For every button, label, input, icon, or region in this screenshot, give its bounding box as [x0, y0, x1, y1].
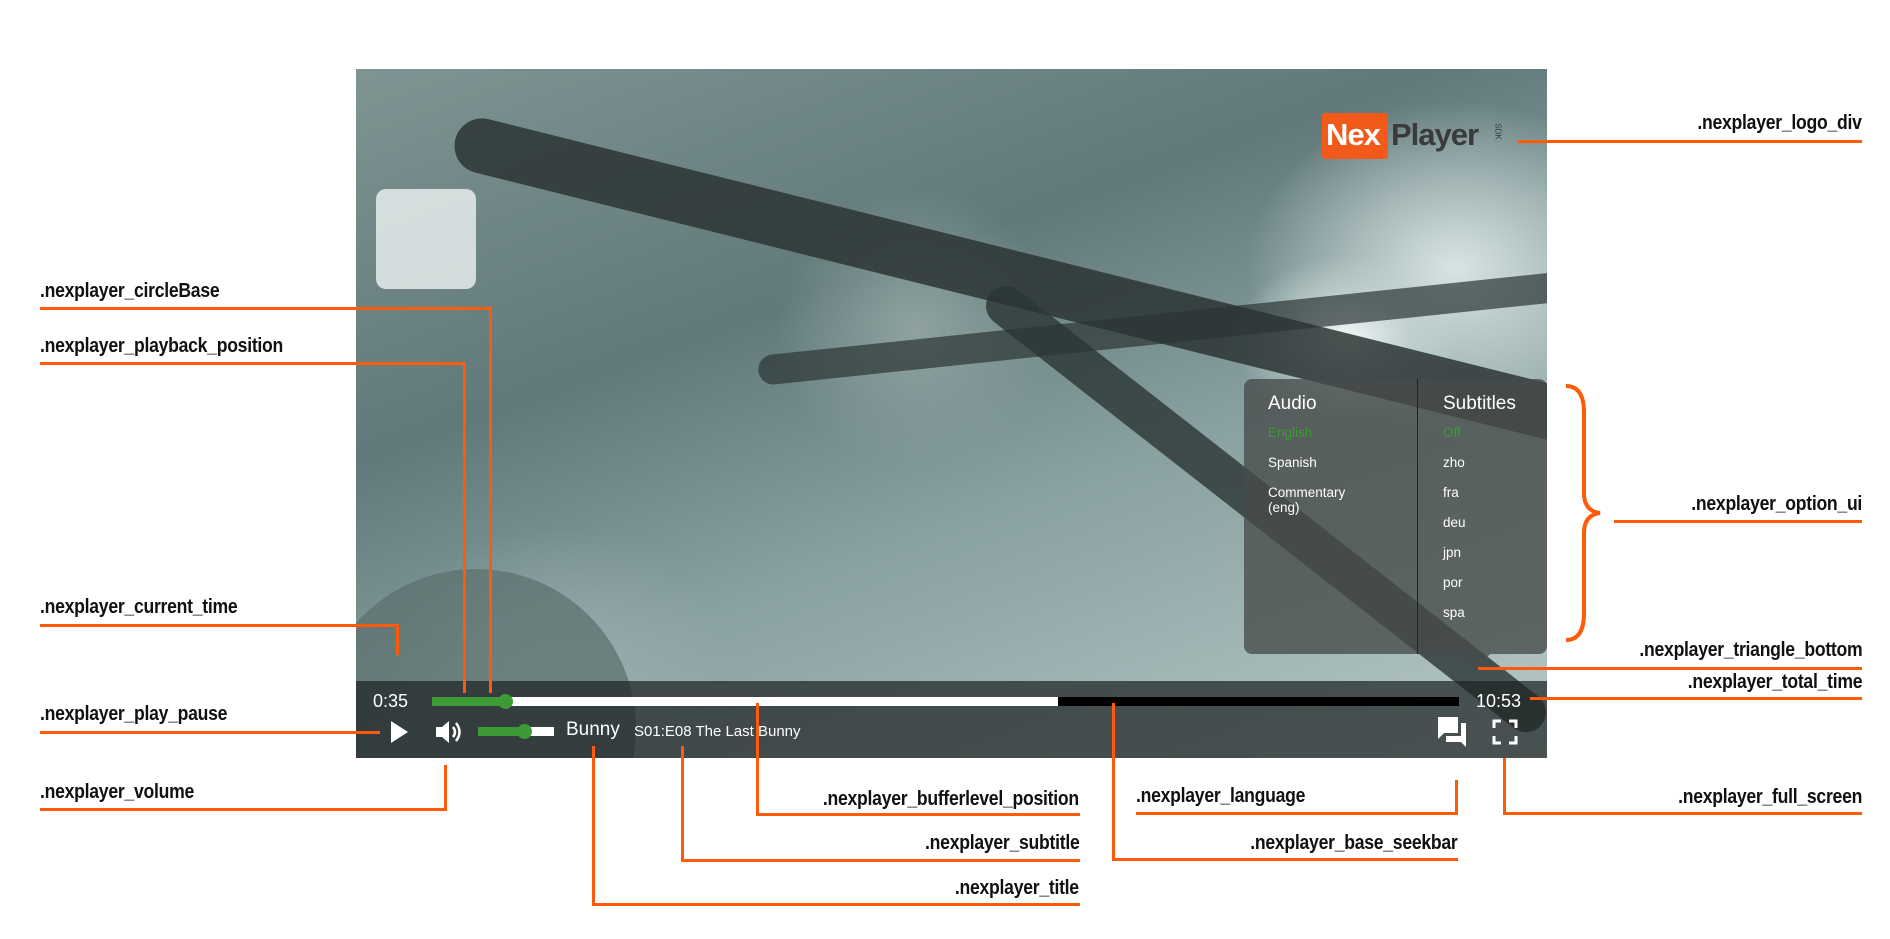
play-icon [391, 721, 408, 743]
leader-line [1112, 703, 1115, 861]
leader-line [40, 307, 492, 310]
video-frame-detail [376, 189, 476, 289]
subtitle-option-por[interactable]: por [1443, 575, 1463, 590]
leader-line [1478, 667, 1862, 670]
leader-line [40, 808, 447, 811]
annotation-triangle-bottom: .nexplayer_triangle_bottom [1639, 639, 1862, 661]
annotation-volume: .nexplayer_volume [40, 781, 194, 803]
annotation-total-time: .nexplayer_total_time [1687, 671, 1863, 693]
leader-line [681, 859, 1080, 862]
leader-line [396, 624, 399, 655]
chat-bubbles-icon [1438, 717, 1466, 747]
leader-line [1530, 697, 1862, 700]
volume-knob[interactable] [516, 724, 532, 739]
total-time: 10:53 [1476, 691, 1522, 711]
leader-line [444, 765, 447, 811]
annotation-base-seekbar: .nexplayer_base_seekbar [1249, 832, 1458, 854]
leader-line [1112, 858, 1458, 861]
subtitles-header: Subtitles [1443, 393, 1516, 414]
annotation-option-ui: .nexplayer_option_ui [1691, 493, 1862, 515]
leader-line [1503, 758, 1506, 815]
audio-header: Audio [1268, 393, 1317, 414]
leader-line [1614, 520, 1862, 523]
leader-line [592, 746, 595, 906]
subtitle-option-zho[interactable]: zho [1443, 455, 1465, 470]
option-ui-panel: Audio English Spanish Commentary (eng) S… [1244, 379, 1547, 654]
subtitle-option-deu[interactable]: deu [1443, 515, 1466, 530]
audio-option-spanish[interactable]: Spanish [1268, 455, 1317, 470]
language-button[interactable] [1436, 715, 1470, 749]
control-bar: 0:35 10:53 Bunny S01:E08 The Last Bunny [356, 681, 1547, 758]
leader-line [681, 746, 684, 862]
volume-icon [436, 721, 461, 743]
audio-option-commentary[interactable]: Commentary (eng) [1268, 485, 1345, 515]
annotation-playback-position: .nexplayer_playback_position [40, 335, 284, 357]
annotation-subtitle: .nexplayer_subtitle [924, 832, 1080, 854]
annotation-current-time: .nexplayer_current_time [40, 596, 238, 618]
leader-line [756, 703, 759, 816]
play-pause-button[interactable] [388, 719, 410, 745]
playback-position [432, 697, 505, 706]
subtitle: S01:E08 The Last Bunny [634, 723, 801, 740]
circle-base[interactable] [497, 694, 513, 709]
logo: Nex Player SDK [1322, 113, 1503, 163]
annotation-language: .nexplayer_language [1136, 785, 1306, 807]
leader-line [40, 362, 466, 365]
leader-line [463, 362, 466, 693]
leader-line [1503, 812, 1862, 815]
annotation-full-screen: .nexplayer_full_screen [1678, 786, 1862, 808]
brace-icon [1565, 384, 1601, 642]
annotation-circle-base: .nexplayer_circleBase [40, 280, 220, 302]
volume-slider[interactable] [478, 724, 554, 739]
leader-line [1455, 780, 1458, 815]
leader-line [1518, 140, 1862, 143]
subtitle-option-spa[interactable]: spa [1443, 605, 1465, 620]
base-seekbar[interactable] [432, 694, 1459, 709]
annotation-title: .nexplayer_title [955, 877, 1079, 899]
buffer-level [432, 697, 1059, 706]
title: Bunny [566, 719, 620, 740]
subtitle-option-off[interactable]: Off [1443, 425, 1461, 440]
fullscreen-icon [1492, 719, 1518, 745]
option-divider [1417, 379, 1418, 654]
annotation-bufferlevel-position: .nexplayer_bufferlevel_position [823, 788, 1079, 810]
leader-line [40, 624, 399, 627]
subtitle-option-jpn[interactable]: jpn [1443, 545, 1461, 560]
leader-line [1136, 812, 1458, 815]
video-player[interactable]: Nex Player SDK Audio English Spanish Com… [356, 69, 1547, 758]
leader-line [489, 307, 492, 693]
annotation-play-pause: .nexplayer_play_pause [40, 703, 228, 725]
leader-line [40, 731, 380, 734]
subtitle-option-fra[interactable]: fra [1443, 485, 1459, 500]
leader-line [592, 903, 1080, 906]
audio-option-english[interactable]: English [1268, 425, 1312, 440]
volume-button[interactable] [434, 718, 464, 746]
annotation-logo-div: .nexplayer_logo_div [1697, 112, 1862, 134]
fullscreen-button[interactable] [1492, 719, 1518, 745]
current-time: 0:35 [373, 691, 409, 711]
leader-line [756, 813, 1080, 816]
